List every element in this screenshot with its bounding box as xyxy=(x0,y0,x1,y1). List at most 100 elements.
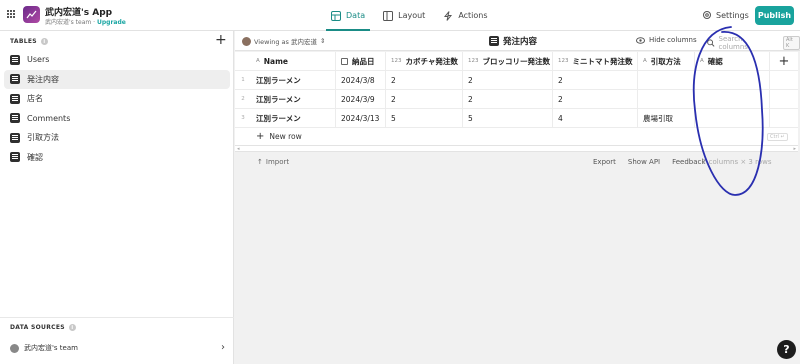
cell-pumpkin[interactable]: 2 xyxy=(386,90,463,108)
publish-button[interactable]: Publish xyxy=(755,6,794,25)
column-header-pickup[interactable]: A 引取方法 xyxy=(638,52,695,70)
datasources-heading-label: DATA SOURCES xyxy=(10,324,65,331)
app-logo xyxy=(23,6,40,23)
footer-links: Export Show API Feedback xyxy=(593,158,705,166)
number-type-icon: 123 xyxy=(391,58,402,64)
table-icon xyxy=(489,36,499,46)
cell-pumpkin[interactable]: 2 xyxy=(386,71,463,89)
table-title: 発注内容 xyxy=(489,35,537,47)
divider xyxy=(0,317,234,318)
cell-pickup[interactable] xyxy=(638,71,695,89)
viewing-as-selector[interactable]: Viewing as 武内宏道 ⇕ xyxy=(242,36,325,46)
datasource-item[interactable]: 武内宏道's team › xyxy=(10,342,225,353)
header-index xyxy=(235,52,251,70)
cell-pickup[interactable] xyxy=(638,90,695,108)
column-header-tomato[interactable]: 123 ミニトマト発注数 xyxy=(553,52,638,70)
sidebar-item-comments[interactable]: Comments xyxy=(4,109,230,129)
table-icon xyxy=(10,93,20,104)
column-header-delivery-date[interactable]: 納品日 xyxy=(336,52,386,70)
help-button[interactable]: ? xyxy=(777,340,796,359)
eye-icon xyxy=(636,36,645,44)
calendar-icon xyxy=(341,57,348,65)
sidebar-item-label: Users xyxy=(27,55,50,65)
sidebar-item-confirm[interactable]: 確認 xyxy=(4,148,230,168)
row-index: 2 xyxy=(241,96,245,102)
header-row: A Name 納品日 123 カボチャ発注数 123 ブロッコリー発注数 123 ミニト… xyxy=(235,52,798,71)
gear-icon xyxy=(703,11,711,19)
sidebar-item-store-name[interactable]: 店名 xyxy=(4,89,230,109)
tab-data-label: Data xyxy=(346,11,366,20)
scroll-left-icon[interactable]: ◂ xyxy=(237,146,240,152)
app-grid-icon[interactable] xyxy=(7,10,15,18)
cell-broccoli[interactable]: 2 xyxy=(463,90,553,108)
sidebar-item-order-details[interactable]: 発注内容 xyxy=(4,69,230,89)
column-header-confirm[interactable]: A 確認 xyxy=(695,52,770,70)
add-column-button[interactable]: + xyxy=(770,52,798,70)
column-header-broccoli[interactable]: 123 ブロッコリー発注数 xyxy=(463,52,553,70)
cell-confirm[interactable] xyxy=(695,71,770,89)
new-row-button[interactable]: + New row Ctrl ↵ xyxy=(235,128,798,146)
sidebar-item-label: 店名 xyxy=(27,94,43,104)
sidebar-item-label: Comments xyxy=(27,113,71,123)
cell-tomato[interactable]: 2 xyxy=(553,71,638,89)
separator: · xyxy=(93,19,96,26)
cell-broccoli[interactable]: 2 xyxy=(463,71,553,89)
horizontal-scrollbar[interactable]: ◂ ▸ xyxy=(235,146,798,152)
settings-button[interactable]: Settings xyxy=(702,10,749,20)
avatar xyxy=(242,36,251,46)
export-button[interactable]: Export xyxy=(593,158,616,166)
datasource-label: 武内宏道's team xyxy=(24,344,78,352)
cell-tomato[interactable]: 4 xyxy=(553,109,638,127)
hide-columns-label: Hide columns xyxy=(649,36,697,44)
add-table-button[interactable]: + xyxy=(215,32,227,48)
sidebar-item-label: 発注内容 xyxy=(27,74,59,84)
sidebar-item-users[interactable]: Users xyxy=(4,50,230,70)
sidebar-item-label: 引取方法 xyxy=(27,133,59,143)
team-name: 武内宏道's team xyxy=(45,19,92,26)
column-header-pumpkin[interactable]: 123 カボチャ発注数 xyxy=(386,52,463,70)
cell-pumpkin[interactable]: 5 xyxy=(386,109,463,127)
new-row-shortcut: Ctrl ↵ xyxy=(767,133,788,141)
new-row-label: New row xyxy=(269,132,302,141)
row-index: 1 xyxy=(241,77,245,83)
cell-broccoli[interactable]: 5 xyxy=(463,109,553,127)
tab-data[interactable]: Data xyxy=(322,0,374,31)
layout-icon xyxy=(383,10,394,21)
scroll-right-icon[interactable]: ▸ xyxy=(793,146,796,152)
top-bar: 武内宏道's App 武内宏道's team · Upgrade Data La… xyxy=(0,0,800,31)
hide-columns-button[interactable]: Hide columns xyxy=(636,36,697,44)
cell-tomato[interactable]: 2 xyxy=(553,90,638,108)
import-button[interactable]: ↑ Import xyxy=(257,158,289,166)
feedback-button[interactable]: Feedback xyxy=(672,158,705,166)
data-grid: A Name 納品日 123 カボチャ発注数 123 ブロッコリー発注数 123 ミニト… xyxy=(235,52,798,146)
tab-layout[interactable]: Layout xyxy=(374,0,434,31)
tab-layout-label: Layout xyxy=(398,11,426,20)
cell-confirm[interactable] xyxy=(695,90,770,108)
tables-heading-label: TABLES xyxy=(10,38,37,45)
show-api-button[interactable]: Show API xyxy=(628,158,660,166)
text-type-icon: A xyxy=(643,58,647,64)
column-label: ミニトマト発注数 xyxy=(572,56,633,66)
column-search[interactable]: Search columns Alt K xyxy=(707,35,800,51)
info-icon[interactable]: i xyxy=(40,38,48,45)
table-title-label: 発注内容 xyxy=(503,37,538,47)
column-header-name[interactable]: A Name xyxy=(251,52,336,70)
cell-name[interactable]: 江別ラーメン xyxy=(251,109,336,127)
table-icon xyxy=(331,10,341,21)
cell-date[interactable]: 2024/3/9 xyxy=(336,90,386,108)
upgrade-link[interactable]: Upgrade xyxy=(97,19,126,26)
column-label: ブロッコリー発注数 xyxy=(482,56,551,66)
cell-confirm[interactable] xyxy=(695,109,770,127)
tab-actions[interactable]: Actions xyxy=(434,0,496,31)
arrow-up-icon: ↑ xyxy=(257,158,263,166)
table-row[interactable]: 3 江別ラーメン 2024/3/13 5 5 4 農場引取 xyxy=(235,109,798,128)
info-icon[interactable]: i xyxy=(68,324,76,331)
cell-name[interactable]: 江別ラーメン xyxy=(251,71,336,89)
sidebar-item-pickup-method[interactable]: 引取方法 xyxy=(4,128,230,148)
table-row[interactable]: 2 江別ラーメン 2024/3/9 2 2 2 xyxy=(235,90,798,109)
cell-date[interactable]: 2024/3/8 xyxy=(336,71,386,89)
table-row[interactable]: 1 江別ラーメン 2024/3/8 2 2 2 xyxy=(235,71,798,90)
cell-date[interactable]: 2024/3/13 xyxy=(336,109,386,127)
cell-pickup[interactable]: 農場引取 xyxy=(638,109,695,127)
cell-name[interactable]: 江別ラーメン xyxy=(251,90,336,108)
